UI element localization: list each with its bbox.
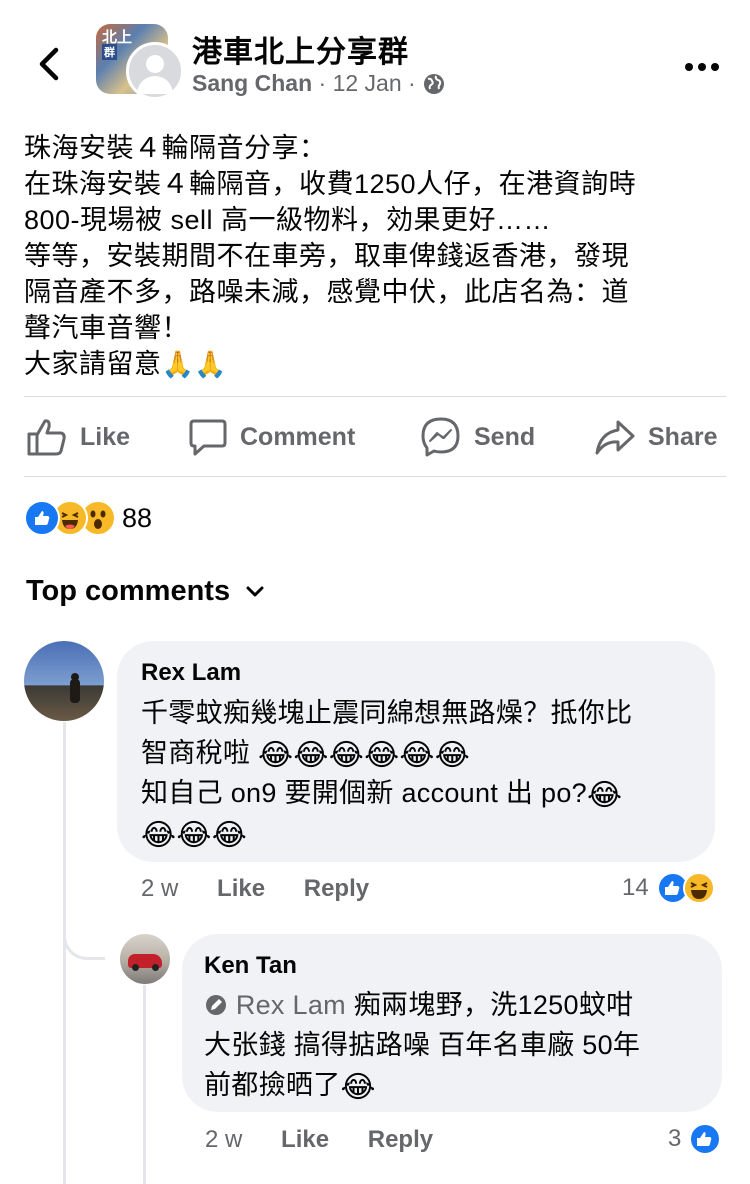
laughing-emoji: 😂😂😂😂😂😂 bbox=[258, 739, 471, 772]
post-text: 珠海安裝４輪隔音分享： 在珠海安裝４輪隔音，收費1250人仔，在港資詢時 800… bbox=[24, 130, 734, 382]
mention-link[interactable]: Rex Lam bbox=[236, 990, 346, 1020]
like-label: Like bbox=[80, 422, 131, 451]
like-reaction-icon bbox=[24, 500, 60, 536]
more-options-button[interactable] bbox=[684, 59, 720, 71]
post-line: 大家請留意🙏🙏 bbox=[24, 346, 734, 382]
comment-text: Rex Lam 痴兩塊野，洗1250蚊咁 大张錢 搞得掂路噪 百年名車廠 50年… bbox=[204, 990, 641, 1104]
chevron-down-icon bbox=[246, 586, 264, 596]
post-line: 隔音產不多，路噪未減，感覺中伏，此店名為：道 bbox=[24, 277, 629, 307]
send-label: Send bbox=[474, 422, 536, 451]
share-label: Share bbox=[648, 422, 718, 451]
comment-like-button[interactable]: Like bbox=[281, 1126, 329, 1153]
comment-label: Comment bbox=[240, 422, 356, 451]
post-line: 聲汽車音響！ bbox=[24, 313, 189, 343]
group-name[interactable]: 港車北上分享群 bbox=[192, 27, 409, 71]
mention-tag-icon bbox=[206, 995, 226, 1015]
top-comments-label: Top comments bbox=[26, 575, 231, 607]
post-time[interactable]: · 12 Jan · bbox=[319, 70, 416, 97]
back-button[interactable] bbox=[32, 44, 66, 84]
share-arrow-icon bbox=[595, 420, 635, 455]
comment-text: 千零蚊痴幾塊止震同綿想無路燥？抵你比 智商稅啦 😂😂😂😂😂😂 知自己 on9 要… bbox=[141, 698, 633, 852]
comment-reaction-count: 3 bbox=[668, 1125, 682, 1152]
comment-reply-button[interactable]: Reply bbox=[304, 875, 369, 902]
post-line: 珠海安裝４輪隔音分享： bbox=[24, 133, 327, 163]
chevron-left-icon bbox=[39, 47, 59, 81]
laughing-emoji: 😂😂😂 bbox=[141, 819, 248, 852]
comment-like-button[interactable]: Like bbox=[217, 875, 265, 902]
comment-reactions[interactable]: 3 bbox=[668, 1123, 722, 1155]
post-meta: Sang Chan · 12 Jan · bbox=[192, 70, 446, 97]
laughing-emoji: 😂 bbox=[340, 1071, 376, 1104]
top-comments-filter[interactable]: Top comments bbox=[26, 575, 266, 608]
thread-branch bbox=[63, 900, 105, 960]
haha-reaction-icon bbox=[682, 872, 715, 904]
laughing-emoji: 😂 bbox=[586, 779, 623, 812]
comment-time[interactable]: 2 w bbox=[205, 1126, 242, 1153]
reaction-count: 88 bbox=[122, 502, 153, 533]
divider bbox=[24, 396, 726, 397]
thread-line bbox=[143, 985, 146, 1184]
comment-reply-button[interactable]: Reply bbox=[368, 1126, 433, 1153]
divider bbox=[24, 476, 726, 477]
post-line: 800-現場被 sell 高一級物料，効果更好…… bbox=[24, 205, 552, 235]
like-button[interactable]: Like bbox=[26, 412, 130, 462]
pray-emoji: 🙏🙏 bbox=[161, 349, 228, 379]
comment-button[interactable]: Comment bbox=[188, 412, 355, 462]
comment-time[interactable]: 2 w bbox=[141, 875, 178, 902]
comment-bubble: Rex Lam 千零蚊痴幾塊止震同綿想無路燥？抵你比 智商稅啦 😂😂😂😂😂😂 知… bbox=[117, 641, 715, 862]
comment-actions: 2 w Like Reply bbox=[141, 875, 369, 903]
globe-icon bbox=[423, 73, 444, 94]
comment-bubble-icon bbox=[189, 419, 227, 456]
comment-actions: 2 w Like Reply bbox=[205, 1126, 433, 1154]
send-button[interactable]: Send bbox=[420, 412, 535, 462]
share-button[interactable]: Share bbox=[594, 412, 717, 462]
more-horizontal-icon bbox=[685, 63, 719, 71]
commenter-name[interactable]: Rex Lam bbox=[141, 659, 241, 687]
thumbs-up-icon bbox=[27, 419, 66, 456]
post-line: 在珠海安裝４輪隔音，收費1250人仔，在港資詢時 bbox=[24, 169, 637, 199]
messenger-icon bbox=[421, 417, 460, 457]
thread-line bbox=[63, 958, 66, 1184]
like-reaction-icon bbox=[689, 1123, 722, 1155]
author-name[interactable]: Sang Chan bbox=[192, 70, 312, 97]
comment-bubble: Ken Tan Rex Lam 痴兩塊野，洗1250蚊咁 大张錢 搞得掂路噪 百… bbox=[182, 934, 722, 1112]
author-avatar[interactable] bbox=[126, 42, 184, 100]
commenter-name[interactable]: Ken Tan bbox=[204, 952, 297, 980]
comment-reactions[interactable]: 14 bbox=[622, 872, 715, 904]
group-avatar-subtext: 群 bbox=[102, 44, 117, 60]
post-line: 等等，安裝期間不在車旁，取車俾錢返香港，發現 bbox=[24, 241, 629, 271]
commenter-avatar[interactable] bbox=[120, 934, 170, 984]
commenter-avatar[interactable] bbox=[24, 641, 104, 721]
reactions-summary[interactable]: 88 bbox=[24, 500, 152, 536]
comment-reaction-count: 14 bbox=[622, 874, 649, 901]
